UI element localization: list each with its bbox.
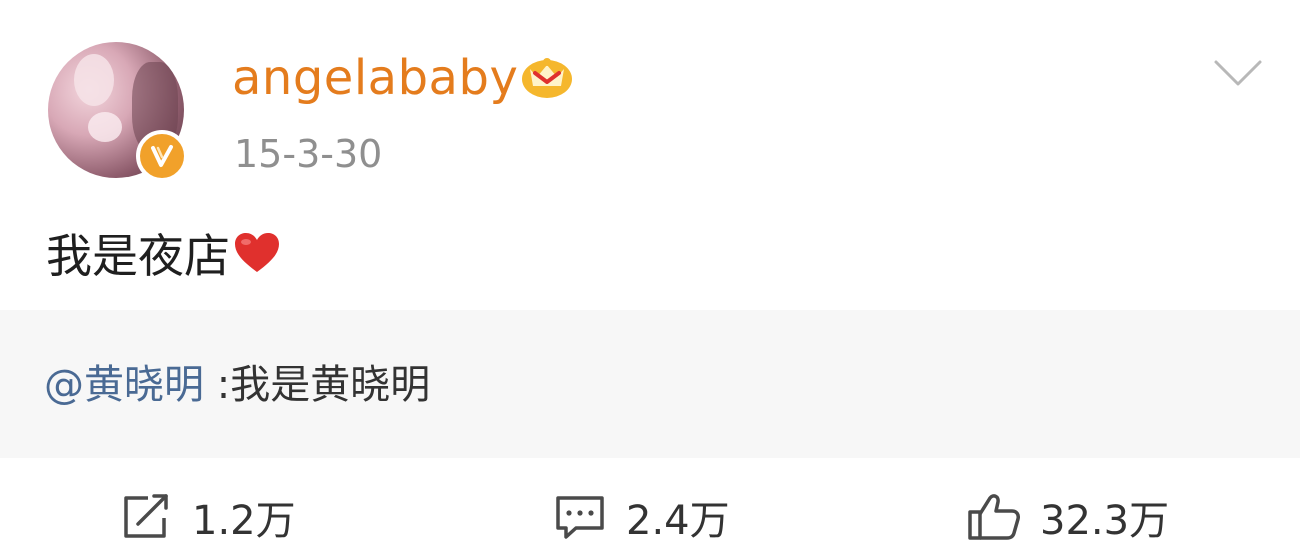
comment-icon bbox=[556, 496, 604, 539]
verified-v-icon bbox=[151, 145, 173, 167]
comment-count: 2.4万 bbox=[626, 498, 730, 544]
quoted-post[interactable]: @黄晓明 :我是黄晓明 bbox=[0, 310, 1300, 458]
username[interactable]: angelababy bbox=[232, 50, 518, 106]
crown-vip-icon bbox=[522, 58, 572, 98]
weibo-post-card: angelababy 15-3-30 我是夜店 @黄晓明 :我是黄晓明 1.2万… bbox=[0, 0, 1300, 560]
quoted-text: :我是黄晓明 bbox=[204, 362, 431, 408]
comment-button[interactable]: 2.4万 bbox=[552, 488, 730, 546]
avatar-highlight bbox=[88, 112, 122, 142]
mention-link[interactable]: @黄晓明 bbox=[44, 362, 204, 408]
like-count: 32.3万 bbox=[1040, 498, 1170, 544]
post-content: 我是夜店 bbox=[46, 220, 282, 286]
action-bar: 1.2万 2.4万 32.3万 bbox=[0, 470, 1300, 560]
thumbs-up-icon bbox=[968, 494, 1020, 540]
post-timestamp: 15-3-30 bbox=[234, 132, 383, 176]
repost-icon bbox=[124, 494, 168, 538]
like-button[interactable]: 32.3万 bbox=[966, 488, 1169, 546]
repost-count: 1.2万 bbox=[192, 498, 296, 544]
chevron-down-icon[interactable] bbox=[1212, 56, 1264, 90]
heart-icon bbox=[235, 233, 279, 272]
avatar-highlight bbox=[74, 54, 114, 106]
quoted-line: @黄晓明 :我是黄晓明 bbox=[44, 352, 430, 410]
verified-badge-icon bbox=[136, 130, 188, 182]
repost-button[interactable]: 1.2万 bbox=[118, 488, 296, 546]
post-text: 我是夜店 bbox=[46, 229, 230, 283]
